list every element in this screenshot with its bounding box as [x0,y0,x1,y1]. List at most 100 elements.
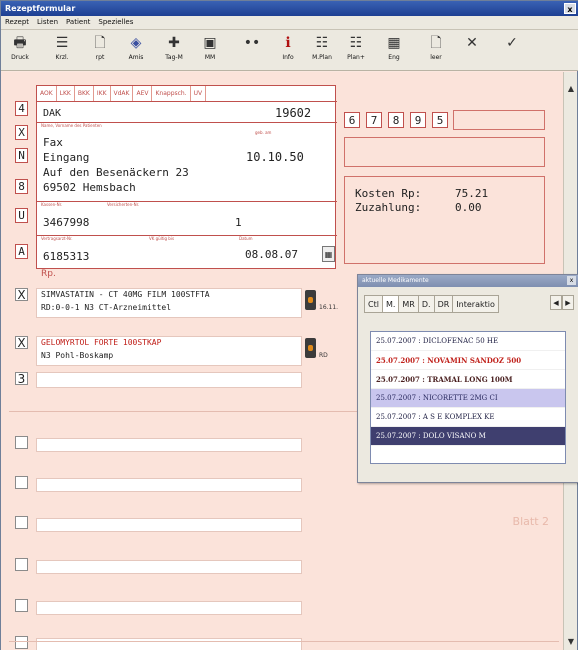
insurance-type-0[interactable]: AOK [37,86,57,101]
toolbar-label: Info [282,54,294,61]
insurance-type-3[interactable]: IKK [94,86,111,101]
empty-row-code-box[interactable] [15,599,28,612]
history-row[interactable]: 25.07.2007 : A S E KOMPLEX KE [371,408,565,427]
close-icon[interactable]: x [564,3,576,14]
left-code-box-2[interactable]: N [15,148,28,163]
toolbar-button-4[interactable]: ✚ Tag-M [157,32,191,68]
checkmark-icon: ✓ [506,35,518,51]
extra-field-2[interactable] [344,137,545,167]
title-bar: Rezeptformular x [1,1,578,16]
left-code-box-1[interactable]: X [15,125,28,140]
kasse-name[interactable]: DAK [43,108,61,119]
empty-row-code-box[interactable] [15,558,28,571]
history-row[interactable]: 25.07.2007 : DOLO VISANO M [371,427,565,446]
bvg-digit-3[interactable]: 9 [410,112,426,128]
scroll-down-icon[interactable]: ▼ [566,637,576,647]
popup-tab-0[interactable]: Ctl [364,295,383,313]
popup-tab-5[interactable]: Interaktio [452,295,499,313]
extra-field-1[interactable] [453,110,545,130]
tab-left-arrow-icon[interactable]: ◀ [550,295,562,310]
history-row[interactable]: 25.07.2007 : NICORETTE 2MG CI [371,389,565,408]
calendar-icon[interactable]: ▦ [322,246,335,262]
toolbar-button-13[interactable]: ✓ [495,32,529,68]
toolbar-button-12[interactable]: ✕ [455,32,489,68]
arzt-number[interactable]: 6185313 [43,250,89,263]
toolbar-button-9[interactable]: ☷ Plan+ [339,32,373,68]
empty-row-code-box[interactable] [15,436,28,449]
status-field[interactable]: 1 [235,216,242,229]
toolbar-button-10[interactable]: ▦ Eng [377,32,411,68]
menu-item-1[interactable]: Listen [33,16,62,28]
prescription-line1: GELOMYRTOL FORTE 100STKAP [41,338,162,347]
menu-item-2[interactable]: Patient [62,16,94,28]
history-row[interactable]: 25.07.2007 : TRAMAL LONG 100M [371,370,565,389]
tab-scroll-arrows: ◀ ▶ [550,295,574,310]
kasse-number[interactable]: 19602 [275,106,311,120]
medication-status-icon[interactable] [305,290,316,310]
left-code-box-5[interactable]: A [15,244,28,259]
toolbar-button-3[interactable]: ◈ Amis [119,32,153,68]
toolbar-button-6[interactable]: •• [235,32,269,68]
patient-street[interactable]: Auf den Besenäckern 23 [43,166,189,179]
patient-city[interactable]: 69502 Hemsbach [43,181,136,194]
insurance-type-2[interactable]: BKK [75,86,94,101]
history-row[interactable]: 25.07.2007 : DICLOFENAC 50 HE [371,332,565,351]
bvg-digit-4[interactable]: 5 [432,112,448,128]
sheet-number: Blatt 2 [512,515,549,528]
empty-prescription-field[interactable] [36,478,302,492]
empty-prescription-field[interactable] [36,518,302,532]
left-code-box-4[interactable]: U [15,208,28,223]
left-code-box-3[interactable]: 8 [15,179,28,194]
medication-history-popup: aktuelle Medikamente x Ctl M. MR D. DR Intera… [357,274,578,483]
prescription-field-2[interactable] [36,372,302,388]
bvg-digit-2[interactable]: 8 [388,112,404,128]
insurance-type-1[interactable]: LKK [57,86,75,101]
bvg-digit-0[interactable]: 6 [344,112,360,128]
toolbar-button-5[interactable]: ▣ MM [193,32,227,68]
left-code-box-0[interactable]: 4 [15,101,28,116]
popup-tab-3[interactable]: D. [417,295,435,313]
prescription-date[interactable]: 08.08.07 [245,248,298,261]
popup-close-icon[interactable]: x [567,276,576,285]
patient-name-line1[interactable]: Fax [43,136,63,149]
toolbar-label: Tag-M [165,54,183,61]
popup-title: aktuelle Medikamente [362,277,429,284]
empty-row-code-box[interactable] [15,476,28,489]
history-row[interactable]: 25.07.2007 : NOVAMIN SANDOZ 500 [371,351,565,370]
scroll-up-icon[interactable]: ▲ [566,84,576,94]
prescription-code-0[interactable]: X [15,288,28,301]
toolbar-button-7[interactable]: ℹ Info [271,32,305,68]
insurance-type-6[interactable]: Knappsch. [152,86,191,101]
prescription-field-0[interactable]: SIMVASTATIN - CT 40MG FILM 100STFTA RD:0-… [36,288,302,318]
insurance-type-5[interactable]: AEV [133,86,153,101]
empty-row-code-box[interactable] [15,636,28,649]
menu-bar: Rezept Listen Patient Spezielles [1,16,578,30]
empty-prescription-field[interactable] [36,601,302,615]
empty-row-code-box[interactable] [15,516,28,529]
toolbar-button-1[interactable]: ☰ Krzl. [45,32,79,68]
toolbar-button-8[interactable]: ☷ M.Plan [305,32,339,68]
bvg-digit-1[interactable]: 7 [366,112,382,128]
empty-prescription-field[interactable] [36,438,302,452]
empty-prescription-field[interactable] [36,560,302,574]
toolbar-button-11[interactable]: 🗋 leer [419,32,453,68]
patient-name-line2[interactable]: Eingang [43,151,89,164]
prescription-code-2[interactable]: 3 [15,372,28,385]
menu-item-3[interactable]: Spezielles [94,16,137,28]
toolbar-button-2[interactable]: 🗋 rpt [83,32,117,68]
insurance-type-4[interactable]: VdAK [111,86,134,101]
prescription-field-1[interactable]: GELOMYRTOL FORTE 100STKAP N3 Pohl-Boskamp [36,336,302,366]
insurance-type-7[interactable]: UV [191,86,207,101]
empty-prescription-field[interactable] [36,638,302,650]
medication-status-icon[interactable] [305,338,316,358]
toolbar-button-0[interactable]: 🖶 Druck [3,32,37,68]
popup-tab-4[interactable]: DR [433,295,454,313]
popup-tab-2[interactable]: MR [398,295,419,313]
versicherten-number[interactable]: 3467998 [43,216,89,229]
menu-item-0[interactable]: Rezept [1,16,33,28]
patient-birthdate[interactable]: 10.10.50 [246,150,304,164]
popup-tab-1[interactable]: M. [381,295,400,313]
tab-right-arrow-icon[interactable]: ▶ [562,295,574,310]
prescription-code-1[interactable]: X [15,336,28,349]
document-icon: 🗋 [94,35,106,51]
